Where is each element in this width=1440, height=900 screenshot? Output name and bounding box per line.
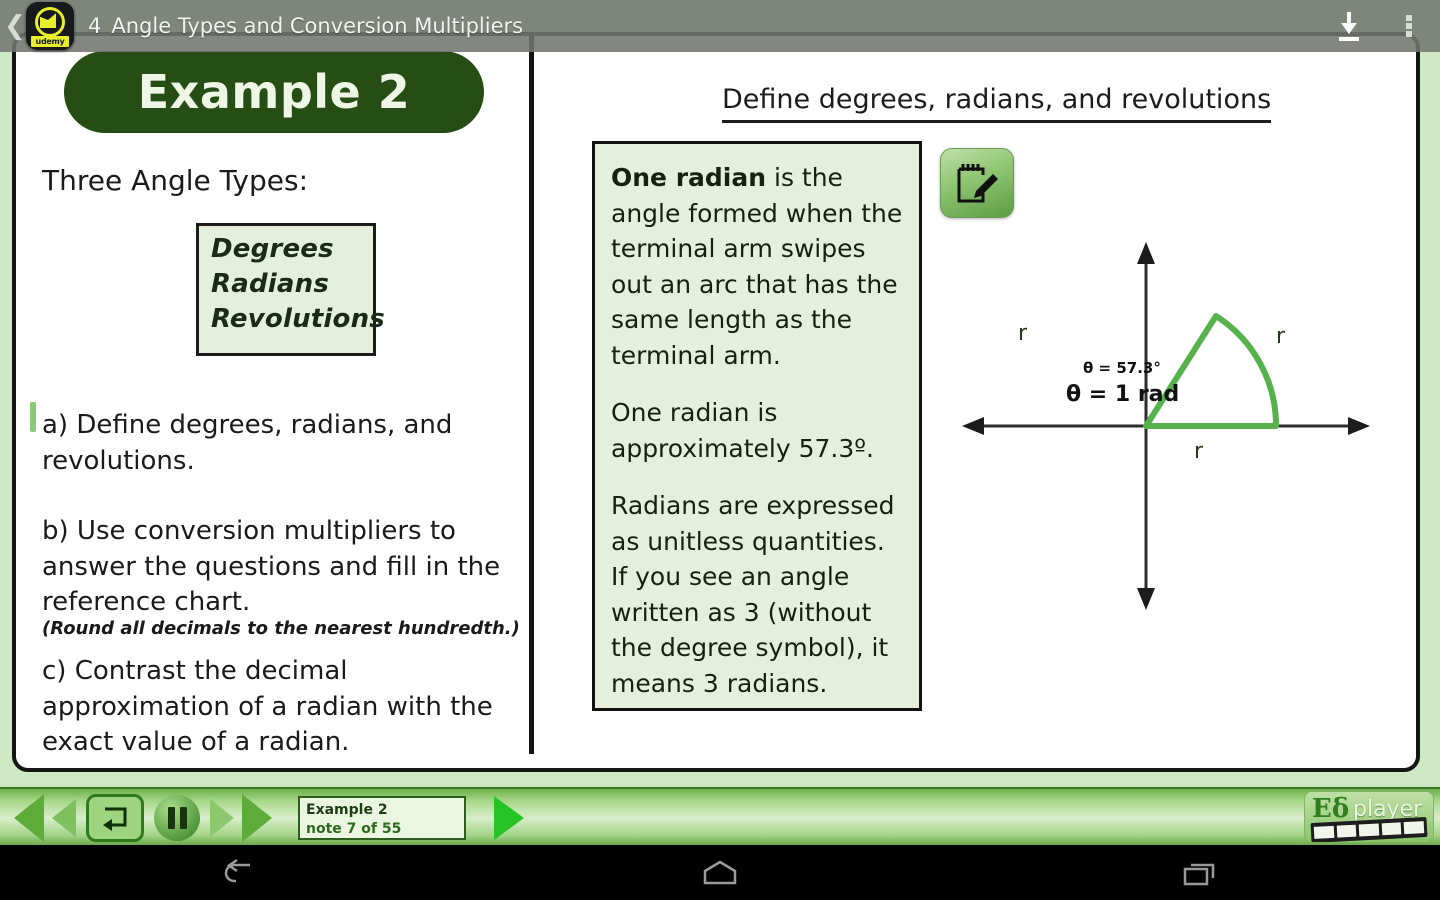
android-home-icon[interactable] [690,856,750,890]
definition-paragraph-1-rest: is the angle formed when the terminal ar… [611,163,903,370]
y-axis-arrow-up [1137,242,1155,264]
x-axis-arrow-left [962,417,984,435]
notepad-pencil-icon [957,164,998,203]
task-item-b-note: (Round all decimals to the nearest hundr… [42,618,520,639]
note-status-field[interactable]: Example 2 note 7 of 55 [298,796,466,840]
app-screen: Example 2 Three Angle Types: Degrees Rad… [0,0,1440,900]
android-recents-icon[interactable] [1170,856,1230,890]
skip-forward-icon[interactable] [242,794,272,842]
udemy-logo-icon[interactable]: udemy [26,2,74,50]
angle-type-radians: Radians [211,269,330,300]
film-frame-4 [1381,822,1402,836]
lesson-title: 4 Angle Types and Conversion Multipliers [88,14,523,38]
definition-box: One radian is the angle formed when the … [592,141,922,711]
download-baseline [1339,37,1359,41]
radius-label-right: r [1276,324,1286,349]
angle-type-revolutions: Revolutions [211,304,385,335]
definition-paragraph-2: One radian is approximately 57.3º. [611,398,874,463]
radius-label-bottom: r [1194,439,1204,464]
note-status-title: Example 2 [306,802,388,818]
repeat-icon [103,807,127,831]
example-title-pill: Example 2 [64,51,484,133]
task-item-a: a) Define degrees, radians, and revoluti… [42,410,453,476]
overflow-dot-1 [1406,15,1412,21]
lesson-title-text: Angle Types and Conversion Multipliers [111,14,524,38]
skip-back-icon[interactable] [14,794,44,842]
task-item-b: b) Use conversion multipliers to answer … [42,516,501,618]
y-axis-arrow-down [1137,588,1155,610]
pause-bar-1 [167,807,175,829]
radius-label-left: r [1018,321,1028,346]
repeat-button[interactable] [86,794,144,842]
pause-button[interactable] [154,795,200,841]
android-back-icon[interactable] [210,856,270,890]
definition-paragraph-3: Radians are expressed as unitless quanti… [611,491,895,698]
android-navigation-bar [0,845,1440,900]
theta-degrees-label: θ = 57.3° [1083,359,1161,377]
slide-page: Example 2 Three Angle Types: Degrees Rad… [12,32,1420,772]
right-panel-title: Define degrees, radians, and revolutions [722,84,1272,123]
three-angle-types-heading: Three Angle Types: [42,164,309,197]
x-axis-arrow-right [1348,417,1370,435]
pause-bar-2 [179,807,187,829]
column-divider [529,36,534,754]
definition-paragraph-1: One radian is the angle formed when the … [611,160,905,373]
film-frame-1 [1313,825,1334,839]
step-back-icon[interactable] [52,799,76,837]
step-forward-icon[interactable] [210,799,234,837]
note-status-progress: note 7 of 55 [306,820,402,837]
udemy-wordmark: udemy [31,36,69,47]
player-toolbar: Example 2 note 7 of 55 [0,787,1440,847]
back-chevron-icon[interactable]: ❮ [4,13,26,39]
download-arrowhead [1341,23,1357,34]
title-bar: ❮ udemy 4 Angle Types and Conversion Mult… [0,0,1440,52]
add-note-button[interactable] [940,148,1014,218]
example-title-text: Example 2 [137,65,411,119]
overflow-menu-icon[interactable] [1406,15,1416,37]
left-column: Example 2 Three Angle Types: Degrees Rad… [16,36,532,768]
green-accent-marker [30,402,36,432]
player-logo-mark: Εδ [1312,794,1350,824]
right-column: Define degrees, radians, and revolutions… [536,36,1416,768]
play-button[interactable] [494,796,524,840]
back-arrow-glyph [224,858,250,882]
definition-term: One radian [611,163,767,192]
theta-radians-label: θ = 1 rad [1066,382,1180,407]
radian-diagram-svg [962,242,1370,610]
task-item-c: c) Contrast the decimal approximation of… [42,656,493,758]
player-logo: Εδ player [1304,791,1434,843]
radian-diagram: r r r θ = 57.3° θ = 1 rad [956,236,1376,616]
overflow-dot-3 [1406,31,1412,37]
angle-types-box: Degrees Radians Revolutions [196,223,385,356]
radian-sector [1143,313,1280,429]
recents-glyph [1183,863,1215,885]
film-frame-5 [1404,821,1425,835]
home-glyph [703,860,737,884]
overflow-dot-2 [1406,23,1412,29]
film-frame-3 [1358,823,1380,837]
angle-type-degrees: Degrees [211,234,334,264]
lesson-number: 4 [88,14,102,38]
download-icon[interactable] [1332,10,1366,42]
film-frame-2 [1336,824,1357,838]
